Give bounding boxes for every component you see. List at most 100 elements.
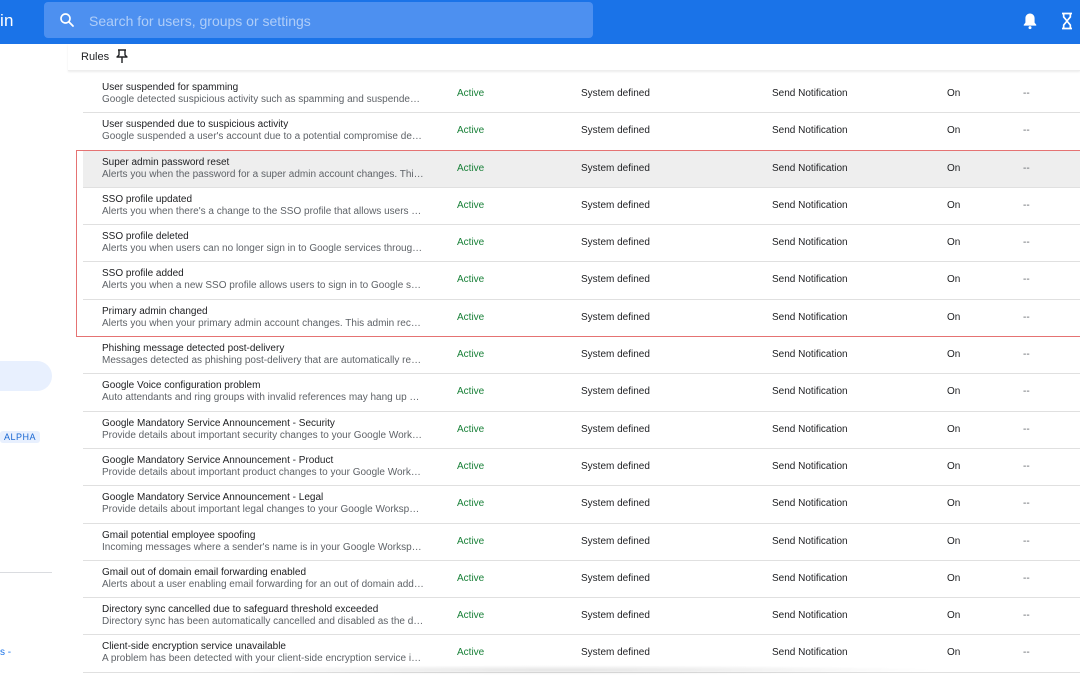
rule-name[interactable]: Directory sync cancelled due to safeguar… bbox=[102, 604, 378, 615]
rule-description: Messages detected as phishing post-deliv… bbox=[102, 355, 424, 367]
rule-name[interactable]: Super admin password reset bbox=[102, 157, 229, 168]
rule-description: Alerts you when the password for a super… bbox=[102, 168, 424, 180]
rule-type: System defined bbox=[581, 199, 650, 211]
rule-name[interactable]: Client-side encryption service unavailab… bbox=[102, 641, 286, 652]
rules-table: User suspended for spamming Google detect… bbox=[83, 76, 1080, 673]
table-row[interactable]: Google Voice configuration problem Auto a… bbox=[83, 374, 1080, 412]
rule-name[interactable]: SSO profile deleted bbox=[102, 231, 189, 242]
rule-name[interactable]: Gmail out of domain email forwarding ena… bbox=[102, 567, 306, 578]
rule-description: Auto attendants and ring groups with inv… bbox=[102, 392, 424, 404]
rule-action: Send Notification bbox=[772, 647, 848, 659]
rule-extra: -- bbox=[1023, 535, 1030, 547]
table-row[interactable]: Phishing message detected post-delivery M… bbox=[83, 337, 1080, 375]
rule-action: Send Notification bbox=[772, 535, 848, 547]
status-badge: Active bbox=[457, 610, 485, 622]
rule-name[interactable]: Google Mandatory Service Announcement - … bbox=[102, 455, 333, 466]
sidebar-item-active[interactable] bbox=[0, 361, 52, 391]
rule-description: Google suspended a user's account due to… bbox=[102, 131, 424, 143]
rule-state: On bbox=[947, 274, 961, 286]
status-badge: Active bbox=[457, 88, 485, 99]
rule-name[interactable]: SSO profile added bbox=[102, 268, 184, 279]
table-row[interactable]: SSO profile updated Alerts you when there… bbox=[83, 188, 1080, 226]
rule-type: System defined bbox=[581, 349, 650, 361]
table-row[interactable]: User suspended for spamming Google detect… bbox=[83, 76, 1080, 114]
rule-extra: -- bbox=[1023, 349, 1030, 361]
table-row[interactable]: Gmail potential employee spoofing Incomin… bbox=[83, 524, 1080, 561]
rule-state: On bbox=[947, 125, 961, 137]
alpha-badge: ALPHA bbox=[0, 431, 41, 443]
rule-description: Alerts you when users can no longer sign… bbox=[102, 243, 424, 255]
search-bar[interactable] bbox=[44, 2, 593, 38]
status-badge: Active bbox=[457, 125, 485, 137]
pin-icon[interactable] bbox=[116, 49, 128, 63]
rule-extra: -- bbox=[1023, 498, 1030, 510]
search-icon bbox=[60, 13, 74, 27]
rule-extra: -- bbox=[1023, 199, 1030, 211]
rule-extra: -- bbox=[1023, 386, 1030, 398]
rule-action: Send Notification bbox=[772, 423, 848, 435]
rule-action: Send Notification bbox=[772, 88, 848, 99]
table-row[interactable]: Google Mandatory Service Announcement - … bbox=[83, 486, 1080, 524]
rule-name[interactable]: Primary admin changed bbox=[102, 306, 208, 317]
rule-action: Send Notification bbox=[772, 125, 848, 137]
rule-extra: -- bbox=[1023, 423, 1030, 435]
rule-description: Alerts you when there's a change to the … bbox=[102, 205, 424, 217]
status-badge: Active bbox=[457, 274, 485, 286]
rule-state: On bbox=[947, 423, 961, 435]
rule-action: Send Notification bbox=[772, 162, 848, 174]
table-row[interactable]: Gmail out of domain email forwarding ena… bbox=[83, 561, 1080, 599]
app-brand[interactable]: in bbox=[0, 11, 14, 31]
rule-name[interactable]: User suspended for spamming bbox=[102, 82, 238, 93]
table-row[interactable]: Google Mandatory Service Announcement - … bbox=[83, 449, 1080, 487]
table-row[interactable]: User suspended due to suspicious activit… bbox=[83, 113, 1080, 151]
hourglass-icon[interactable] bbox=[1057, 11, 1077, 31]
sidebar-link[interactable]: s - bbox=[0, 647, 11, 658]
rule-action: Send Notification bbox=[772, 237, 848, 249]
rule-state: On bbox=[947, 88, 961, 99]
rule-extra: -- bbox=[1023, 610, 1030, 622]
rule-name[interactable]: Google Voice configuration problem bbox=[102, 380, 260, 391]
status-badge: Active bbox=[457, 498, 485, 510]
rule-action: Send Notification bbox=[772, 311, 848, 323]
rule-extra: -- bbox=[1023, 237, 1030, 249]
rule-type: System defined bbox=[581, 460, 650, 472]
rules-header: Rules bbox=[68, 44, 1080, 71]
rule-action: Send Notification bbox=[772, 610, 848, 622]
rule-description: Provide details about important security… bbox=[102, 429, 424, 441]
rule-type: System defined bbox=[581, 386, 650, 398]
rule-extra: -- bbox=[1023, 125, 1030, 137]
rule-name[interactable]: SSO profile updated bbox=[102, 194, 192, 205]
table-row[interactable]: Super admin password reset Alerts you whe… bbox=[83, 150, 1080, 188]
rule-extra: -- bbox=[1023, 647, 1030, 659]
rule-extra: -- bbox=[1023, 274, 1030, 286]
search-input[interactable] bbox=[87, 10, 571, 32]
table-row[interactable]: SSO profile deleted Alerts you when users… bbox=[83, 225, 1080, 263]
rule-extra: -- bbox=[1023, 162, 1030, 174]
rule-extra: -- bbox=[1023, 460, 1030, 472]
rule-type: System defined bbox=[581, 423, 650, 435]
rule-state: On bbox=[947, 572, 961, 584]
table-row[interactable]: Google Mandatory Service Announcement - … bbox=[83, 412, 1080, 449]
rule-state: On bbox=[947, 535, 961, 547]
main-content: Rules User suspended for spamming Google … bbox=[68, 44, 1080, 675]
table-row[interactable]: Directory sync cancelled due to safeguar… bbox=[83, 598, 1080, 636]
rule-description: Alerts you when your primary admin accou… bbox=[102, 317, 424, 329]
bell-icon[interactable] bbox=[1020, 11, 1040, 31]
rule-action: Send Notification bbox=[772, 199, 848, 211]
left-sidebar: ALPHA s - bbox=[0, 44, 68, 675]
rule-extra: -- bbox=[1023, 88, 1030, 99]
rule-name[interactable]: Gmail potential employee spoofing bbox=[102, 530, 255, 541]
rule-name[interactable]: Google Mandatory Service Announcement - … bbox=[102, 492, 323, 503]
table-row[interactable]: Client-side encryption service unavailab… bbox=[83, 635, 1080, 673]
rule-state: On bbox=[947, 311, 961, 323]
table-row[interactable]: Primary admin changed Alerts you when you… bbox=[83, 300, 1080, 338]
table-row[interactable]: SSO profile added Alerts you when a new S… bbox=[83, 262, 1080, 300]
rule-name[interactable]: User suspended due to suspicious activit… bbox=[102, 119, 288, 130]
rule-name[interactable]: Phishing message detected post-delivery bbox=[102, 343, 284, 354]
rule-name[interactable]: Google Mandatory Service Announcement - … bbox=[102, 418, 335, 429]
rule-extra: -- bbox=[1023, 572, 1030, 584]
rule-description: Google detected suspicious activity such… bbox=[102, 94, 424, 105]
rule-state: On bbox=[947, 610, 961, 622]
rule-type: System defined bbox=[581, 237, 650, 249]
rule-description: Alerts you when a new SSO profile allows… bbox=[102, 280, 424, 292]
